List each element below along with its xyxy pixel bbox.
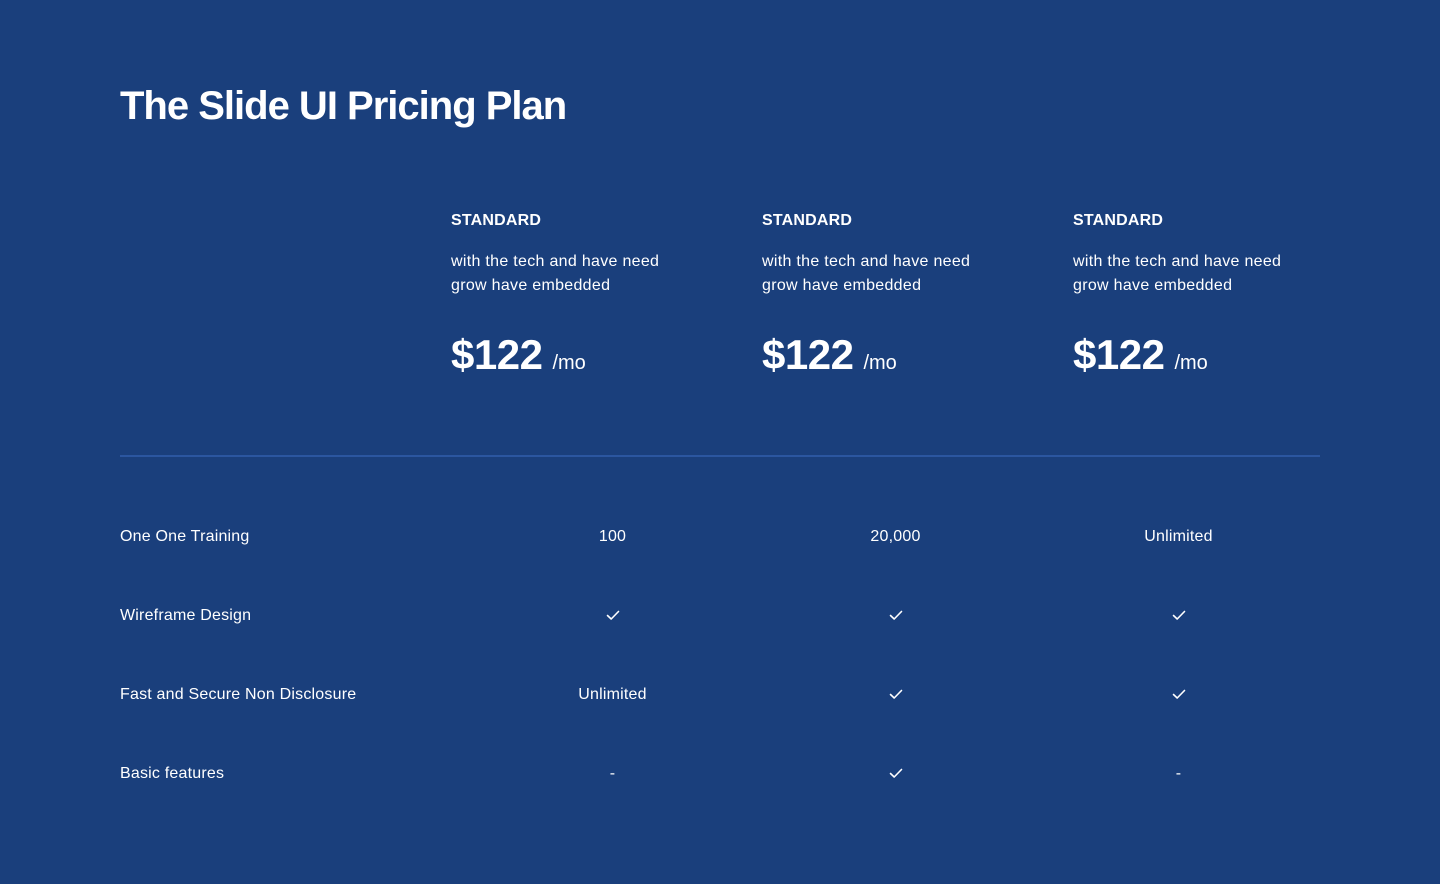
feature-value: Unlimited: [1144, 527, 1213, 545]
price-amount: $122: [451, 331, 543, 378]
feature-table: One One Training 100 20,000 Unlimited Wi…: [120, 497, 1320, 813]
price-unit: /mo: [1174, 352, 1208, 374]
feature-value: [754, 686, 1037, 704]
table-row: One One Training 100 20,000 Unlimited: [120, 497, 1320, 576]
plan-price: $122 /mo: [451, 330, 762, 380]
plan-name: STANDARD: [1073, 212, 1164, 229]
feature-value: 100: [598, 527, 627, 545]
check-icon: [888, 607, 904, 623]
table-row: Fast and Secure Non Disclosure Unlimited: [120, 655, 1320, 734]
plan-name: STANDARD: [762, 212, 853, 229]
table-row: Wireframe Design: [120, 576, 1320, 655]
feature-value: -: [609, 764, 616, 782]
feature-label: Wireframe Design: [120, 606, 252, 624]
feature-value: 20,000: [870, 527, 921, 545]
table-row: Basic features - -: [120, 734, 1320, 813]
price-amount: $122: [762, 331, 854, 378]
price-amount: $122: [1073, 331, 1165, 378]
feature-value: [754, 607, 1037, 625]
plan-column-3: STANDARD with the tech and have need gro…: [1073, 210, 1384, 380]
plan-name: STANDARD: [451, 212, 542, 229]
pricing-plans: STANDARD with the tech and have need gro…: [451, 210, 1384, 380]
plan-price: $122 /mo: [762, 330, 1073, 380]
page-title: The Slide UI Pricing Plan: [120, 84, 567, 128]
price-unit: /mo: [863, 352, 897, 374]
plan-column-1: STANDARD with the tech and have need gro…: [451, 210, 762, 380]
check-icon: [605, 607, 621, 623]
plan-description: with the tech and have need grow have em…: [762, 253, 971, 294]
feature-value: [1037, 607, 1320, 625]
feature-label: One One Training: [120, 527, 250, 545]
feature-label: Fast and Secure Non Disclosure: [120, 685, 357, 703]
check-icon: [1171, 607, 1187, 623]
check-icon: [888, 686, 904, 702]
feature-value: [1037, 686, 1320, 704]
divider: [120, 455, 1320, 457]
check-icon: [1171, 686, 1187, 702]
feature-value: -: [1175, 764, 1182, 782]
feature-value: [471, 607, 754, 625]
plan-description: with the tech and have need grow have em…: [1073, 253, 1282, 294]
feature-value: [754, 765, 1037, 783]
check-icon: [888, 765, 904, 781]
price-unit: /mo: [552, 352, 586, 374]
plan-price: $122 /mo: [1073, 330, 1384, 380]
feature-value: Unlimited: [578, 685, 647, 703]
feature-label: Basic features: [120, 764, 225, 782]
plan-column-2: STANDARD with the tech and have need gro…: [762, 210, 1073, 380]
plan-description: with the tech and have need grow have em…: [451, 253, 660, 294]
